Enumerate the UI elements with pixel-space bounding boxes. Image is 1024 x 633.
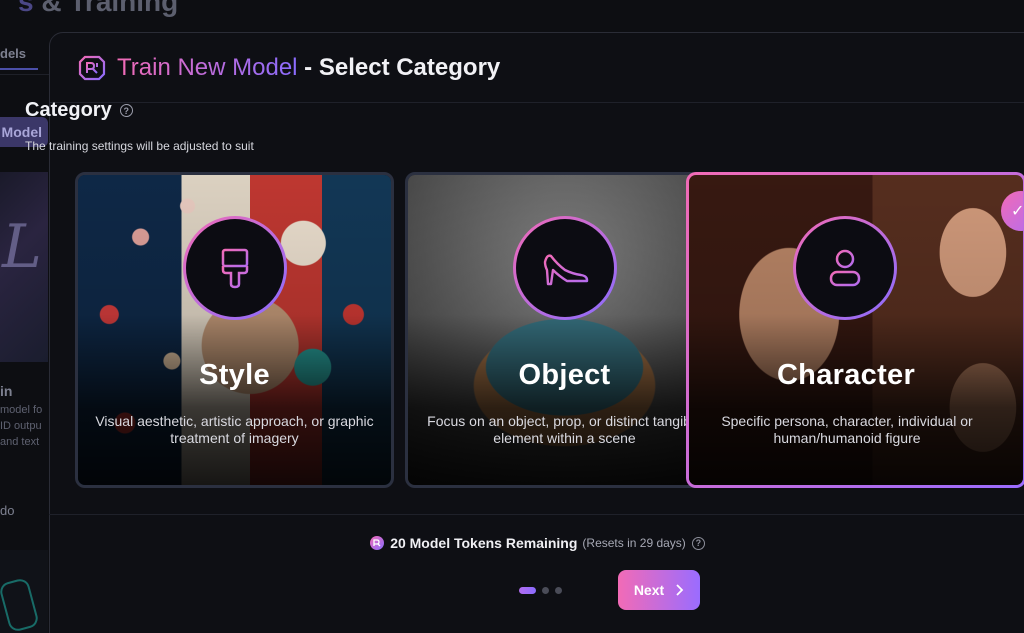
tokens-remaining: 20 Model Tokens Remaining (Resets in 29 … [49,535,1024,551]
info-icon[interactable]: ? [691,536,705,550]
step-indicator [519,587,562,594]
tokens-count: 20 Model Tokens Remaining [390,535,578,551]
category-icon-circle [513,216,617,320]
next-button-label: Next [633,582,665,598]
background-model-tag: do [0,503,15,518]
category-name: Style [199,359,270,391]
info-icon[interactable]: ? [119,104,133,117]
step-dot [542,587,549,594]
category-heading: Category ? [25,99,133,122]
modal-header: Train New Model - Select Category [50,33,1024,103]
background-model-description: model fo ID outpu and text [0,404,43,448]
step-dot-active [519,587,536,594]
category-card-object[interactable]: Object Focus on an object, prop, or dist… [405,172,724,488]
category-card-character[interactable]: Character Specific persona, character, i… [686,172,1024,488]
modal-title: Train New Model - Select Category [117,53,501,81]
category-name: Object [518,359,611,391]
background-model-title: in [0,383,13,399]
category-description: Focus on an object, prop, or distinct ta… [427,413,702,446]
background-model-thumbnail-2[interactable] [0,550,48,633]
category-name: Character [776,359,916,391]
model-logo-icon [78,55,106,80]
category-card-style[interactable]: Style Visual aesthetic, artistic approac… [75,172,394,488]
section-title: Category [25,99,112,121]
modal-footer: 20 Model Tokens Remaining (Resets in 29 … [49,514,1024,624]
chevron-right-icon [676,584,684,596]
high-heel-icon [543,254,588,286]
tokens-reset: (Resets in 29 days) [582,536,686,550]
category-icon-circle [183,216,287,320]
background-page-title: s & Training [18,0,179,17]
category-icon-circle [793,216,897,320]
person-icon [829,249,861,287]
category-description: Visual aesthetic, artistic approach, or … [95,413,374,446]
token-icon [370,536,385,550]
next-button[interactable]: Next [618,570,700,610]
paintbrush-icon [221,248,248,289]
background-tab-models[interactable]: dels [0,46,26,61]
category-description: Specific persona, character, individual … [721,413,973,446]
section-subtitle: The training settings will be adjusted t… [25,139,254,153]
background-tab-underline [0,68,38,70]
step-dot [555,587,562,594]
background-model-thumbnail[interactable]: L [0,172,48,362]
